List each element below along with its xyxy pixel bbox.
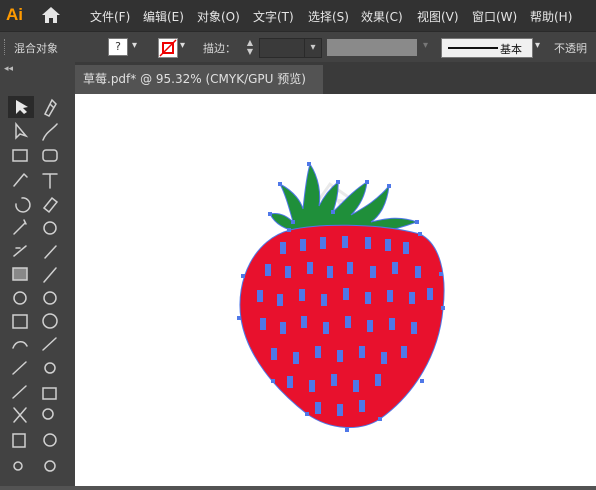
stroke-weight-input[interactable] [259,38,305,58]
menu-view[interactable]: 视图(V) [417,8,459,25]
menu-window[interactable]: 窗口(W) [472,8,517,25]
artboard-tool-icon [42,387,57,400]
magic-wand-tool-icon [13,219,27,235]
menu-help[interactable]: 帮助(H) [530,8,572,25]
artboard-canvas[interactable]: 软件 网 [75,94,596,486]
pen-tool-icon [43,98,57,117]
brush-chevron-icon[interactable]: ▾ [535,40,540,51]
eyedropper-tool-icon [43,267,57,283]
strawberry-artwork[interactable]: 软件 网 [75,94,596,486]
knife-tool-icon [13,407,27,423]
profile-chevron-icon[interactable]: ▾ [423,40,428,51]
menu-type[interactable]: 文字(T) [253,8,294,25]
type-tool-icon [42,173,58,189]
eraser-tool-icon [42,196,59,214]
shape-builder-tool-icon [12,341,28,349]
mesh-tool-icon [12,314,28,329]
twirl-tool-icon [13,291,27,305]
brush-definition[interactable]: 基本 [441,38,533,58]
direct-selection-tool-icon [15,121,29,140]
anchor-point-tool-icon [13,245,27,257]
perspective-tool-icon [12,433,26,448]
home-icon[interactable] [40,5,62,25]
blob-brush-tool-icon [12,361,27,375]
tools-panel: ◂◂ [0,62,76,486]
opacity-label[interactable]: 不透明 [554,40,587,56]
document-tab[interactable]: 草莓.pdf* @ 95.32% (CMYK/GPU 预览) [75,65,323,94]
paintbrush-tool-icon [13,173,28,187]
selection-type-label: 混合对象 [14,42,58,55]
fill-chevron-icon[interactable]: ▾ [132,40,137,51]
hand-tool-icon [43,433,57,447]
brush-tool-icon [42,337,57,351]
menu-bar: Ai 文件(F) 编辑(E) 对象(O) 文字(T) 选择(S) 效果(C) 视… [0,0,596,31]
tool-icons [8,96,59,472]
pencil-tool-icon [12,385,27,399]
stroke-label: 描边： [203,42,236,55]
variable-width-profile[interactable] [327,39,417,56]
zoom-tool-icon [42,408,54,420]
blend-tool-icon [43,291,57,305]
symbol-sprayer-tool-icon [44,362,56,374]
stroke-weight-dropdown[interactable]: ▾ [304,38,322,58]
menu-select[interactable]: 选择(S) [308,8,349,25]
rectangle-tool-icon [12,149,28,162]
screen-mode-icon [44,460,56,472]
stroke-weight-stepper[interactable]: ▲ ▼ [244,38,256,56]
polar-grid-tool-icon [42,313,58,329]
menu-object[interactable]: 对象(O) [197,8,240,25]
rotate-tool-icon [15,197,31,213]
menu-effect[interactable]: 效果(C) [361,8,403,25]
width-tool-icon [44,245,57,259]
lasso-tool-icon [43,221,57,235]
app-logo: Ai [6,5,23,24]
stroke-swatch[interactable] [158,38,178,58]
grip-handle[interactable] [4,39,8,55]
rounded-rectangle-tool-icon [42,149,58,162]
gradient-tool-icon [12,267,28,281]
fill-stroke-icon [13,461,23,471]
fill-swatch[interactable]: ? [108,38,128,56]
menu-file[interactable]: 文件(F) [90,8,130,25]
control-bar: 混合对象 ? ▾ ▾ 描边： ▲ ▼ ▾ ▾ 基本 ▾ 不透明 [0,31,596,62]
menu-edit[interactable]: 编辑(E) [143,8,184,25]
curvature-tool-icon [42,123,58,141]
stroke-chevron-icon[interactable]: ▾ [180,40,185,51]
brush-label: 基本 [500,43,522,56]
document-tab-bar: 草莓.pdf* @ 95.32% (CMYK/GPU 预览) [75,62,596,94]
